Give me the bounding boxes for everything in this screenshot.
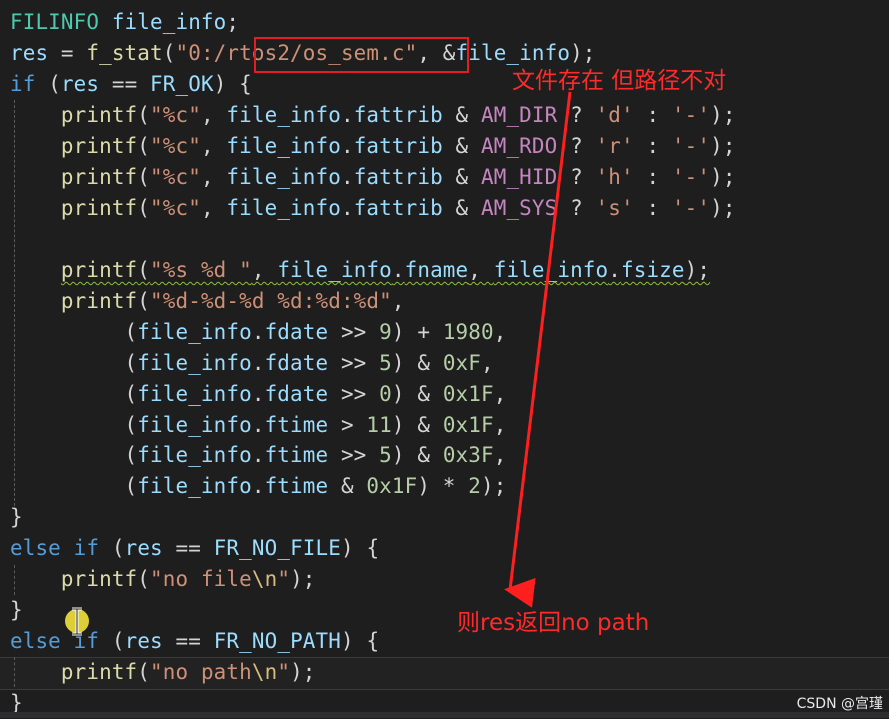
text-cursor-icon: [65, 607, 89, 636]
annotation-returns-no-path: 则res返回no path: [457, 610, 650, 636]
annotation-file-exists: 文件存在 但路径不对: [512, 68, 727, 94]
watermark: CSDN @宫瑾: [796, 696, 883, 712]
annotation-arrow: [504, 91, 572, 608]
